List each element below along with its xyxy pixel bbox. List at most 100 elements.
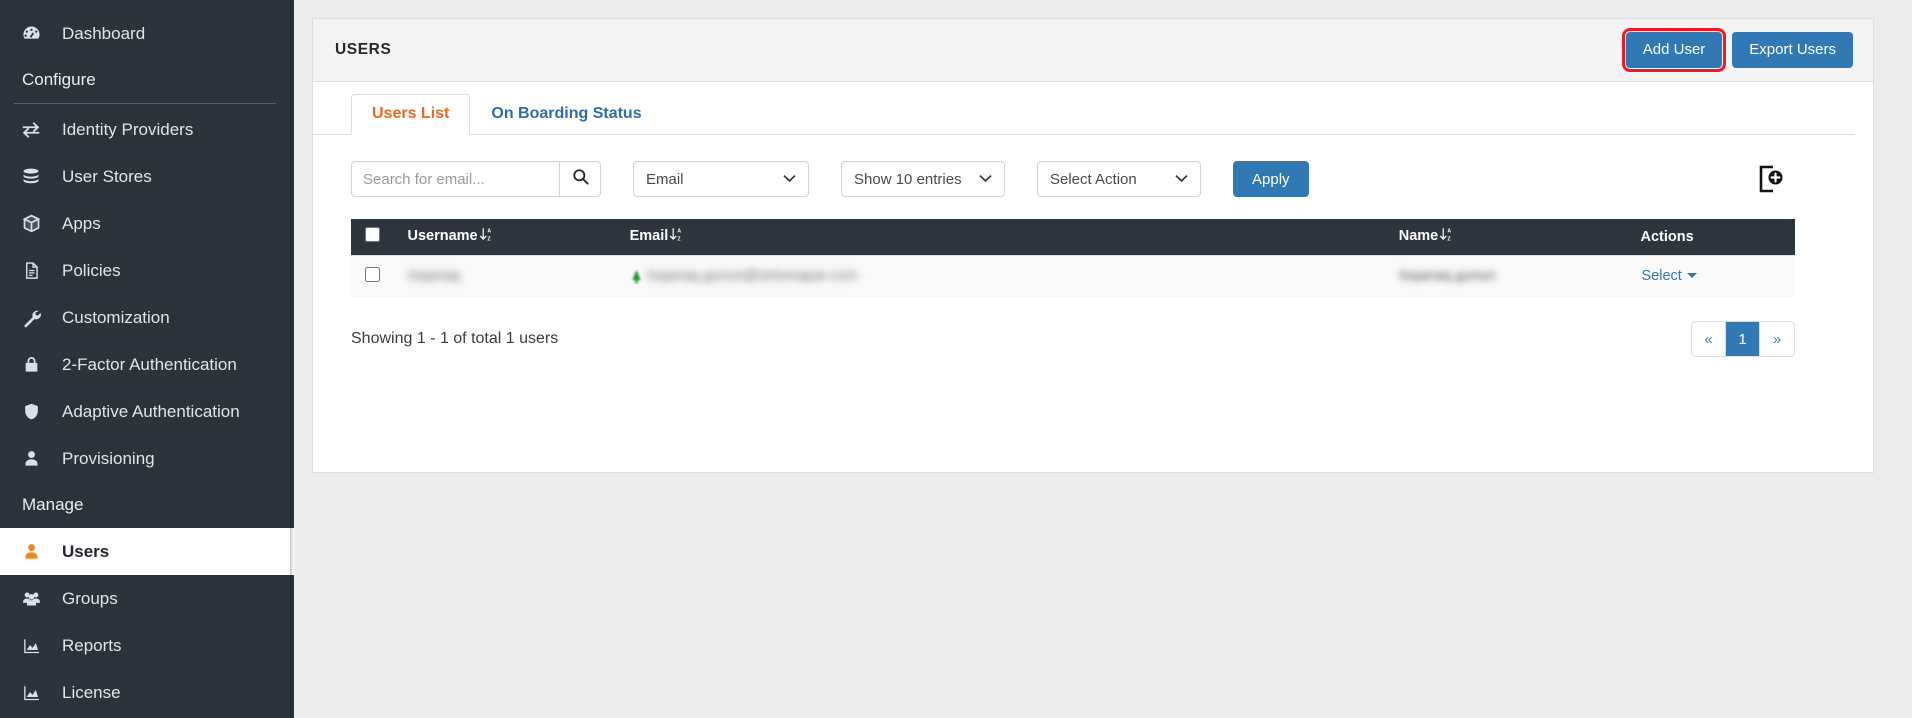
svg-text:Z: Z: [487, 237, 491, 243]
sidebar-item-provisioning[interactable]: Provisioning: [0, 435, 294, 482]
row-checkbox[interactable]: [365, 266, 380, 282]
filter-field-value: Email: [646, 170, 684, 188]
tab-bar: Users List On Boarding Status: [313, 82, 1855, 135]
sidebar-item-label: Apps: [62, 214, 101, 233]
sidebar-item-label: License: [62, 683, 121, 702]
sidebar-item-label: Policies: [62, 261, 121, 280]
sort-az-icon: AZ: [1439, 227, 1452, 246]
svg-text:A: A: [487, 229, 491, 235]
column-label: Name: [1398, 228, 1439, 245]
chart-icon: [14, 683, 48, 703]
svg-text:A: A: [678, 229, 682, 235]
sidebar-item-identity-providers[interactable]: Identity Providers: [0, 106, 294, 153]
bulk-action-select[interactable]: Select Action: [1037, 161, 1201, 197]
cell-username: loqanaq: [407, 254, 630, 297]
sidebar-item-reports[interactable]: Reports: [0, 622, 294, 669]
users-table: UsernameAZ EmailAZ NameAZ Actions: [351, 219, 1795, 297]
card-header: USERS Add User Export Users: [313, 19, 1873, 82]
name-value: loqanaq.gunun: [1399, 268, 1496, 285]
verified-status-icon: [631, 269, 642, 284]
sidebar-item-label: User Stores: [62, 167, 152, 186]
search-group: [351, 161, 601, 197]
app-root: Dashboard Configure Identity Providers U…: [0, 0, 1912, 718]
email-value: loqanaq.gunun@sirtomapar.com: [647, 268, 858, 285]
cube-icon: [14, 213, 48, 234]
sidebar: Dashboard Configure Identity Providers U…: [0, 0, 294, 718]
column-header-name[interactable]: Name A Z: [1399, 219, 1641, 255]
sidebar-item-label: Groups: [62, 589, 118, 608]
entries-value: Show 10 entries: [854, 170, 962, 188]
tab-users-list[interactable]: Users List: [351, 94, 471, 135]
search-input[interactable]: [351, 161, 559, 197]
table-row[interactable]: loqanaq loqanaq.gunun@sirtomapar.com loq…: [351, 254, 1795, 297]
table-header-row: Username A Z Email A Z Name A Z Actions: [351, 219, 1795, 255]
pagination-next[interactable]: »: [1760, 322, 1794, 356]
identity-providers-icon: [14, 119, 48, 141]
dashboard-icon: [14, 23, 48, 44]
sidebar-item-user-stores[interactable]: User Stores: [0, 153, 294, 200]
sidebar-item-label: Users: [62, 542, 110, 561]
sidebar-section-manage: Manage: [0, 482, 294, 528]
sidebar-section-label: Configure: [22, 70, 96, 89]
header-actions: Add User Export Users: [1621, 27, 1853, 73]
pagination-page-1[interactable]: 1: [1726, 322, 1760, 356]
add-user-button[interactable]: Add User: [1621, 27, 1727, 73]
sidebar-item-users[interactable]: Users: [0, 528, 294, 575]
sidebar-item-adaptive-authentication[interactable]: Adaptive Authentication: [0, 388, 294, 435]
chevron-down-icon: [1175, 172, 1188, 186]
search-icon: [571, 167, 590, 191]
sidebar-item-label: Identity Providers: [62, 120, 194, 139]
import-user-icon[interactable]: [1753, 162, 1787, 196]
entries-per-page-select[interactable]: Show 10 entries: [841, 161, 1005, 197]
column-header-email[interactable]: Email A Z: [630, 219, 1399, 255]
export-users-button[interactable]: Export Users: [1732, 31, 1853, 69]
filter-field-select[interactable]: Email: [633, 161, 809, 197]
row-select-cell: [351, 254, 408, 297]
cell-name: loqanaq.gunun: [1398, 254, 1641, 297]
svg-text:Z: Z: [678, 237, 682, 243]
column-label: Username: [407, 228, 478, 245]
select-all-checkbox[interactable]: [365, 227, 380, 243]
sidebar-item-groups[interactable]: Groups: [0, 575, 294, 622]
row-action-select[interactable]: Select: [1642, 268, 1697, 284]
chart-icon: [14, 636, 48, 656]
sort-az-icon: AZ: [479, 227, 492, 246]
sidebar-item-license[interactable]: License: [0, 669, 294, 716]
main-content: USERS Add User Export Users Users List O…: [294, 0, 1912, 718]
svg-text:A: A: [1448, 229, 1452, 235]
sidebar-item-label: Reports: [62, 636, 122, 655]
bulk-action-value: Select Action: [1050, 170, 1137, 188]
sidebar-item-label: Customization: [62, 308, 170, 327]
column-label: Actions: [1640, 228, 1694, 245]
users-card: USERS Add User Export Users Users List O…: [312, 18, 1874, 473]
table-footer: Showing 1 - 1 of total 1 users « 1 »: [313, 297, 1873, 357]
sidebar-section-configure: Configure: [0, 57, 294, 103]
table-body: loqanaq loqanaq.gunun@sirtomapar.com loq…: [351, 254, 1795, 297]
sidebar-item-customization[interactable]: Customization: [0, 294, 294, 341]
cell-email: loqanaq.gunun@sirtomapar.com: [629, 254, 1399, 297]
chevron-down-icon: [783, 172, 796, 186]
sidebar-item-label: 2-Factor Authentication: [62, 355, 237, 374]
sidebar-item-policies[interactable]: Policies: [0, 247, 294, 294]
tab-on-boarding-status[interactable]: On Boarding Status: [470, 94, 662, 135]
pagination: « 1 »: [1691, 321, 1795, 357]
sidebar-item-2-factor-authentication[interactable]: 2-Factor Authentication: [0, 341, 294, 388]
lock-icon: [14, 354, 48, 375]
users-group-icon: [14, 588, 48, 609]
sidebar-item-label: Dashboard: [62, 24, 146, 43]
sidebar-item-label: Adaptive Authentication: [62, 402, 240, 421]
users-table-container: UsernameAZ EmailAZ NameAZ Actions: [313, 197, 1873, 297]
user-icon: [14, 448, 48, 469]
filter-toolbar: Email Show 10 entries Select Action: [313, 135, 1873, 197]
cell-actions: Select: [1640, 254, 1795, 297]
shield-icon: [14, 401, 48, 422]
pagination-prev[interactable]: «: [1692, 322, 1726, 356]
sidebar-item-dashboard[interactable]: Dashboard: [0, 10, 294, 57]
username-value: loqanaq: [408, 268, 461, 285]
sidebar-item-apps[interactable]: Apps: [0, 200, 294, 247]
column-header-username[interactable]: Username A Z: [407, 219, 629, 255]
database-icon: [14, 167, 48, 187]
search-button[interactable]: [559, 161, 601, 197]
apply-button[interactable]: Apply: [1233, 161, 1309, 197]
column-header-actions: Actions: [1641, 219, 1795, 255]
